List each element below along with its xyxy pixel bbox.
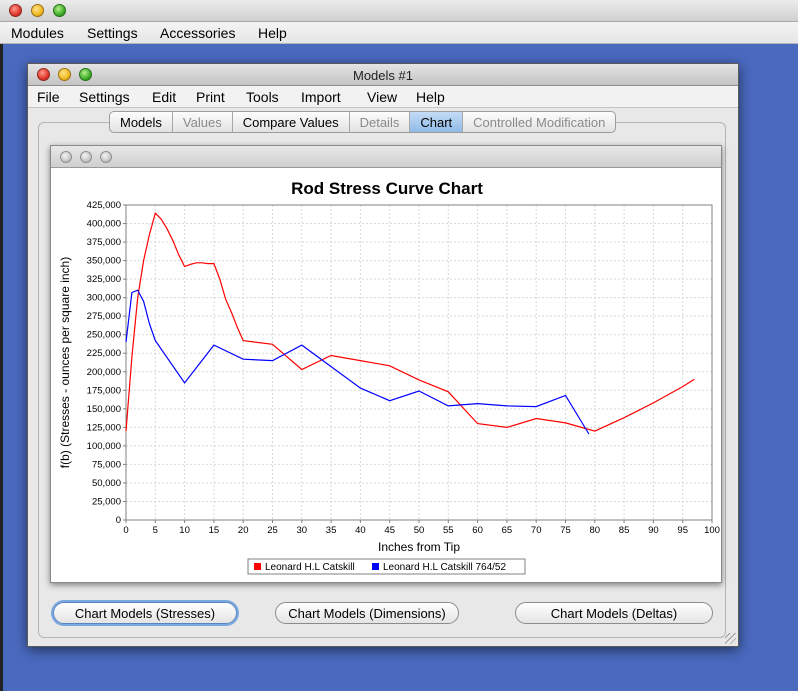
x-tick-label: 45 [384,525,395,536]
legend-label: Leonard H.L Catskill 764/52 [383,562,506,573]
grid [125,204,713,521]
y-tick-label: 175,000 [87,385,121,396]
x-tick-label: 5 [153,525,158,536]
stress-chart: Rod Stress Curve Chart 0 25,000 50,000 75,0… [58,179,720,575]
y-tick-label: 375,000 [87,237,121,248]
x-tick-label: 40 [355,525,366,536]
y-tick-label: 150,000 [87,404,121,415]
x-tick-label: 15 [209,525,220,536]
legend: Leonard H.L Catskill Leonard H.L Catskil… [247,558,526,575]
window-title: Models #1 [353,68,413,83]
x-tick-label: 50 [414,525,425,536]
close-chart-icon[interactable] [60,151,72,163]
menu-import[interactable]: Import [301,89,341,105]
y-axis: 0 25,000 50,000 75,000 100,000 125,000 150,000… [87,200,126,526]
x-tick-label: 25 [267,525,278,536]
x-tick-label: 35 [326,525,337,536]
menu-edit[interactable]: Edit [152,89,176,105]
x-tick-label: 65 [502,525,513,536]
chart-frame: Rod Stress Curve Chart 0 25,000 50,000 75,0… [50,145,722,583]
menu-help[interactable]: Help [258,25,287,41]
chart-dimensions-button[interactable]: Chart Models (Dimensions) [275,602,459,624]
series-lines [125,212,695,435]
menu-help[interactable]: Help [416,89,445,105]
x-tick-label: 30 [297,525,308,536]
tab-values: Values [173,112,233,132]
legend-label: Leonard H.L Catskill [265,562,355,573]
y-tick-label: 425,000 [87,200,121,211]
menu-print[interactable]: Print [196,89,225,105]
chart-stresses-button[interactable]: Chart Models (Stresses) [53,602,237,624]
chart-deltas-button[interactable]: Chart Models (Deltas) [515,602,713,624]
y-tick-label: 400,000 [87,219,121,230]
zoom-chart-icon[interactable] [100,151,112,163]
legend-swatch-blue [372,563,379,570]
minimize-window-icon[interactable] [31,4,44,17]
x-tick-label: 0 [123,525,128,536]
tab-bar: Models Values Compare Values Details Cha… [109,111,617,133]
x-tick-label: 90 [648,525,659,536]
y-tick-label: 200,000 [87,367,121,378]
menu-settings[interactable]: Settings [87,25,138,41]
minimize-chart-icon[interactable] [80,151,92,163]
chart-title: Rod Stress Curve Chart [291,179,483,198]
y-tick-label: 300,000 [87,293,121,304]
menu-file[interactable]: File [37,89,60,105]
y-tick-label: 275,000 [87,311,121,322]
x-tick-label: 95 [677,525,688,536]
y-tick-label: 50,000 [92,478,121,489]
y-tick-label: 325,000 [87,274,121,285]
x-tick-label: 10 [179,525,190,536]
resize-grip[interactable] [725,633,736,644]
tab-models[interactable]: Models [110,112,173,132]
legend-swatch-red [254,563,261,570]
y-axis-label: f(b) (Stresses - ounces per square inch) [58,257,72,468]
models-window: Models #1 File Settings Edit Print Tools… [27,63,739,647]
app-menubar: Modules Settings Accessories Help [0,22,798,44]
chart-frame-titlebar[interactable] [51,146,721,168]
x-tick-label: 55 [443,525,454,536]
tab-compare-values[interactable]: Compare Values [233,112,350,132]
y-tick-label: 75,000 [92,459,121,470]
y-tick-label: 350,000 [87,256,121,267]
menu-accessories[interactable]: Accessories [160,25,235,41]
x-tick-label: 100 [704,525,720,536]
series-line-catskill-764-52 [125,289,590,435]
menu-view[interactable]: View [367,89,397,105]
x-axis: 0 5 10 15 20 25 30 35 40 45 50 55 60 65 70 75 80 85 90 95 10… [123,520,720,536]
app-titlebar [0,0,798,22]
y-tick-label: 225,000 [87,348,121,359]
y-tick-label: 125,000 [87,422,121,433]
tab-chart[interactable]: Chart [410,112,464,132]
y-tick-label: 250,000 [87,330,121,341]
x-tick-label: 75 [560,525,571,536]
y-tick-label: 25,000 [92,496,121,507]
x-tick-label: 70 [531,525,542,536]
menu-settings[interactable]: Settings [79,89,130,105]
x-tick-label: 85 [619,525,630,536]
tab-controlled-modification: Controlled Modification [473,115,606,130]
desktop-edge [0,44,3,691]
y-tick-label: 100,000 [87,441,121,452]
tab-details: Details [350,112,411,132]
x-axis-label: Inches from Tip [378,540,460,554]
zoom-window-icon[interactable] [53,4,66,17]
x-tick-label: 80 [590,525,601,536]
close-window-icon[interactable] [9,4,22,17]
menu-modules[interactable]: Modules [11,25,64,41]
x-tick-label: 60 [472,525,483,536]
window-menubar: File Settings Edit Print Tools Import Vi… [28,86,738,108]
series-line-catskill [125,212,695,432]
window-titlebar[interactable]: Models #1 [28,64,738,86]
y-tick-label: 0 [116,515,121,526]
x-tick-label: 20 [238,525,249,536]
menu-tools[interactable]: Tools [246,89,279,105]
